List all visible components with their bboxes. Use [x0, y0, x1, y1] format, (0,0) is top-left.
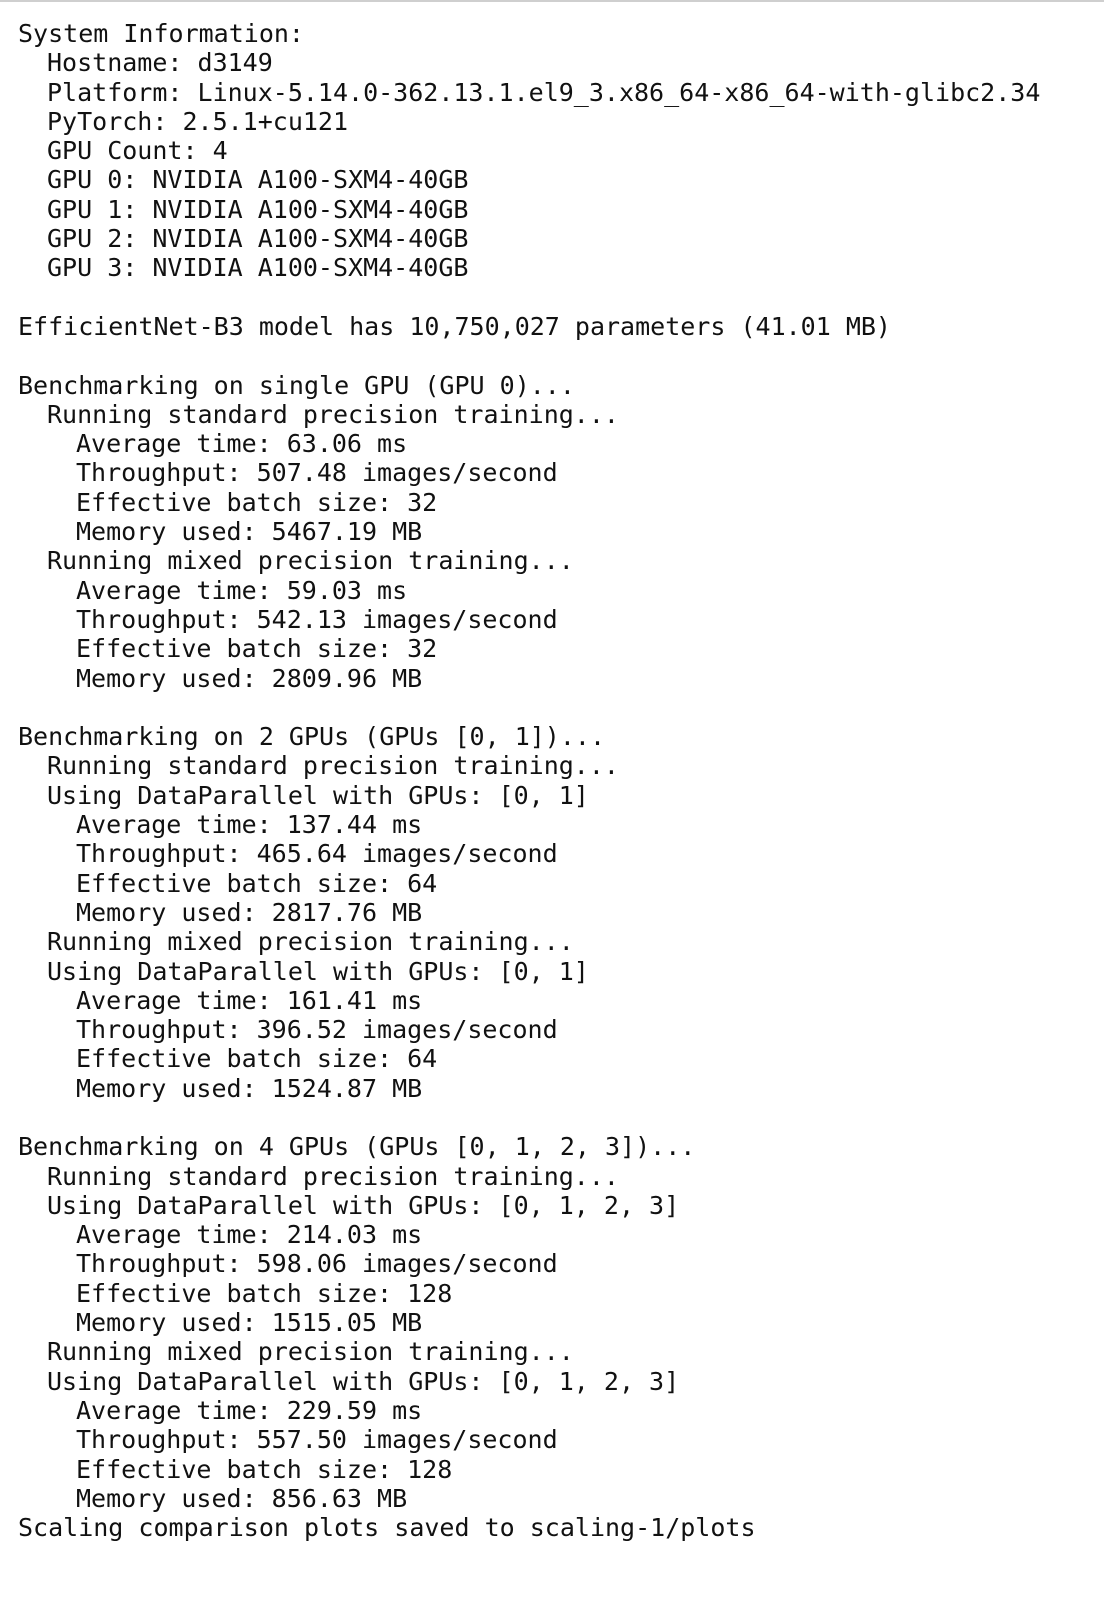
terminal-line: Memory used: 5467.19 MB — [76, 517, 423, 547]
terminal-line: Using DataParallel with GPUs: [0, 1] — [47, 956, 589, 986]
terminal-line: Effective batch size: 128 — [76, 1454, 453, 1484]
terminal-line: Memory used: 2809.96 MB — [76, 663, 423, 693]
window-top-border — [0, 0, 1104, 2]
terminal-line: Hostname: d3149 — [47, 48, 273, 78]
terminal-line: Throughput: 542.13 images/second — [76, 604, 558, 634]
terminal-line: Scaling comparison plots saved to scalin… — [18, 1513, 756, 1543]
terminal-line: Memory used: 2817.76 MB — [76, 897, 423, 927]
terminal-line: Running standard precision training... — [47, 751, 619, 781]
terminal-line: EfficientNet-B3 model has 10,750,027 par… — [18, 311, 891, 341]
terminal-line: Effective batch size: 128 — [76, 1278, 453, 1308]
terminal-line: Running mixed precision training... — [47, 927, 574, 957]
terminal-line: Effective batch size: 32 — [76, 487, 438, 517]
terminal-line: Effective batch size: 64 — [76, 868, 438, 898]
terminal-line: GPU 0: NVIDIA A100-SXM4-40GB — [47, 165, 469, 195]
terminal-line: Average time: 59.03 ms — [76, 575, 408, 605]
terminal-line: Memory used: 1515.05 MB — [76, 1308, 423, 1338]
terminal-line: GPU Count: 4 — [47, 136, 228, 166]
terminal-line: Using DataParallel with GPUs: [0, 1] — [47, 780, 589, 810]
terminal-line: GPU 3: NVIDIA A100-SXM4-40GB — [47, 253, 469, 283]
terminal-line: Memory used: 856.63 MB — [76, 1483, 408, 1513]
terminal-line: Average time: 63.06 ms — [76, 429, 408, 459]
terminal-output: System Information: Hostname: d3149 Platfo… — [18, 19, 1098, 1542]
terminal-line: Benchmarking on single GPU (GPU 0)... — [18, 370, 575, 400]
terminal-line: Memory used: 1524.87 MB — [76, 1073, 423, 1103]
terminal-line: Running standard precision training... — [47, 1161, 619, 1191]
terminal-line: Using DataParallel with GPUs: [0, 1, 2, … — [47, 1366, 680, 1396]
terminal-line: Average time: 161.41 ms — [76, 985, 423, 1015]
terminal-line: GPU 2: NVIDIA A100-SXM4-40GB — [47, 224, 469, 254]
terminal-line: Average time: 229.59 ms — [76, 1395, 423, 1425]
terminal-line: Running mixed precision training... — [47, 1337, 574, 1367]
terminal-line: Throughput: 465.64 images/second — [76, 839, 558, 869]
terminal-line: Average time: 137.44 ms — [76, 810, 423, 840]
terminal-line: Running mixed precision training... — [47, 546, 574, 576]
terminal-line: Throughput: 396.52 images/second — [76, 1015, 558, 1045]
terminal-line: System Information: — [18, 19, 304, 48]
terminal-line: Average time: 214.03 ms — [76, 1220, 423, 1250]
terminal-line: Throughput: 557.50 images/second — [76, 1425, 558, 1455]
terminal-line: PyTorch: 2.5.1+cu121 — [47, 106, 349, 136]
terminal-line: GPU 1: NVIDIA A100-SXM4-40GB — [47, 194, 469, 224]
terminal-line: Throughput: 507.48 images/second — [76, 458, 558, 488]
terminal-line: Benchmarking on 4 GPUs (GPUs [0, 1, 2, 3… — [18, 1132, 696, 1162]
terminal-line: Effective batch size: 64 — [76, 1044, 438, 1074]
terminal-line: Platform: Linux-5.14.0-362.13.1.el9_3.x8… — [47, 77, 1041, 107]
terminal-line: Running standard precision training... — [47, 399, 619, 429]
terminal-line: Throughput: 598.06 images/second — [76, 1249, 558, 1279]
terminal-line: Effective batch size: 32 — [76, 634, 438, 664]
terminal-line: Using DataParallel with GPUs: [0, 1, 2, … — [47, 1190, 680, 1220]
terminal-line: Benchmarking on 2 GPUs (GPUs [0, 1])... — [18, 722, 605, 752]
